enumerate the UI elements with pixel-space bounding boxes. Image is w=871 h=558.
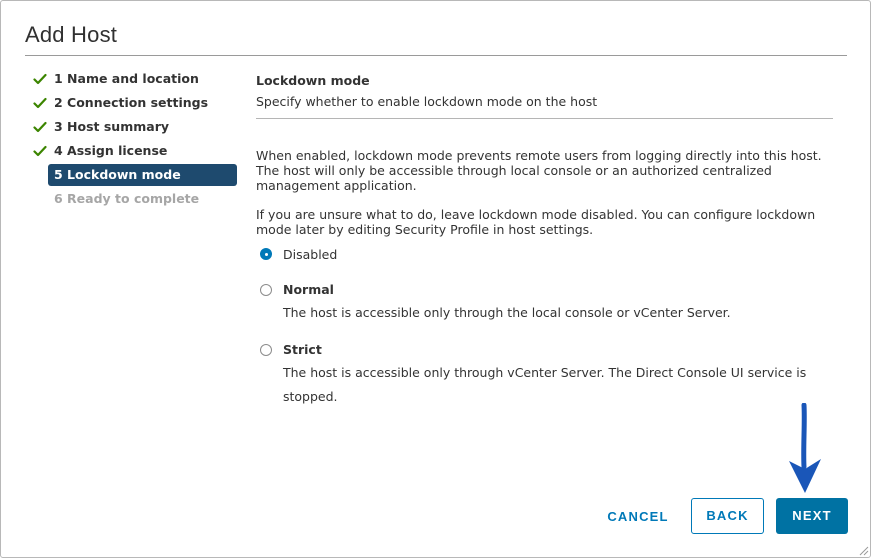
cancel-button[interactable]: CANCEL: [597, 499, 679, 534]
radio-disabled[interactable]: [260, 248, 272, 260]
radio-strict[interactable]: [260, 344, 272, 356]
radio-normal[interactable]: [260, 284, 272, 296]
resize-grip-icon[interactable]: [857, 544, 869, 556]
step-label: 4 Assign license: [54, 143, 168, 158]
step-label: 2 Connection settings: [54, 95, 209, 110]
lockdown-description: When enabled, lockdown mode prevents rem…: [256, 148, 822, 193]
section-subheading: Specify whether to enable lockdown mode …: [256, 94, 598, 109]
option-disabled-label[interactable]: Disabled: [283, 247, 337, 262]
check-icon: [33, 121, 47, 133]
back-button[interactable]: BACK: [691, 498, 764, 534]
section-heading: Lockdown mode: [256, 73, 370, 88]
title-divider: [25, 55, 847, 56]
step-label: 1 Name and location: [54, 71, 199, 86]
option-strict-label[interactable]: Strict: [283, 342, 322, 357]
step-ready-to-complete: 6 Ready to complete: [30, 187, 240, 211]
step-host-summary[interactable]: 3 Host summary: [30, 115, 240, 139]
step-label: 6 Ready to complete: [54, 191, 200, 206]
arrow-down-icon: [789, 403, 821, 493]
step-assign-license[interactable]: 4 Assign license: [30, 139, 240, 163]
dialog-title: Add Host: [25, 22, 118, 47]
section-divider: [256, 118, 833, 119]
step-label: 5 Lockdown mode: [54, 167, 181, 182]
step-label: 3 Host summary: [54, 119, 170, 134]
step-connection-settings[interactable]: 2 Connection settings: [30, 91, 240, 115]
wizard-steps: 1 Name and location 2 Connection setting…: [30, 67, 240, 211]
check-icon: [33, 97, 47, 109]
next-button[interactable]: NEXT: [776, 498, 848, 534]
step-content: Lockdown mode Specify whether to enable …: [256, 71, 834, 237]
option-strict-description: The host is accessible only through vCen…: [283, 365, 807, 404]
option-normal-label[interactable]: Normal: [283, 282, 334, 297]
lockdown-advice: If you are unsure what to do, leave lock…: [256, 207, 816, 237]
check-icon: [33, 73, 47, 85]
step-lockdown-mode[interactable]: 5 Lockdown mode: [48, 164, 237, 186]
check-icon: [33, 145, 47, 157]
step-name-and-location[interactable]: 1 Name and location: [30, 67, 240, 91]
option-normal-description: The host is accessible only through the …: [283, 305, 731, 320]
add-host-dialog: Add Host 1 Name and location 2 Connectio…: [0, 0, 871, 558]
